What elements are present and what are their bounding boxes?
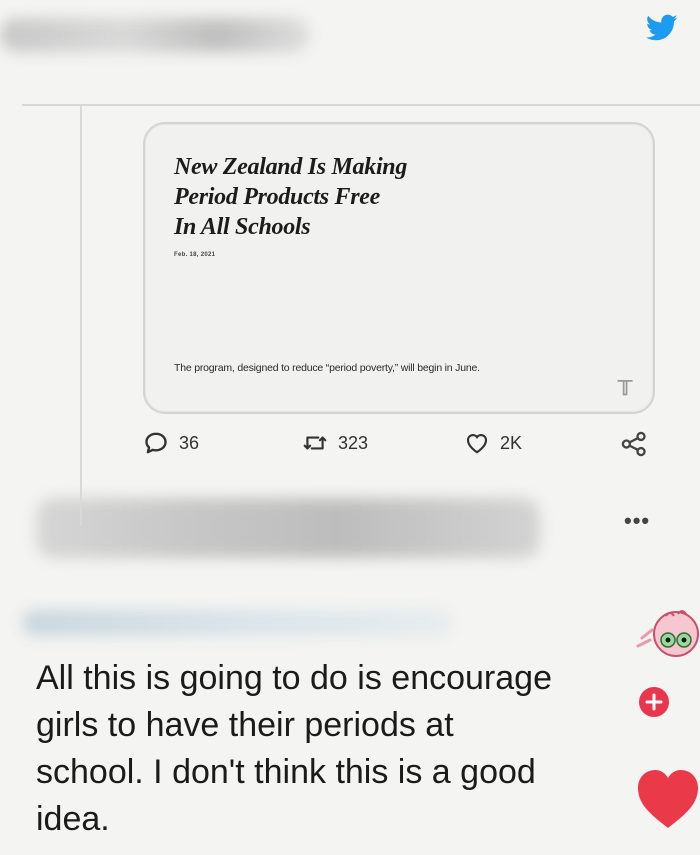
article-headline: New Zealand Is Making Period Products Fr… [174,152,594,242]
heart-icon[interactable] [636,766,700,832]
source-logo: 𝕋 [618,378,633,400]
reply-button[interactable]: 36 [143,430,199,456]
retweet-count: 323 [338,432,369,453]
like-button[interactable]: 2K [464,430,522,456]
blurred-reply-header [22,610,452,636]
blurred-username-bottom [36,498,540,558]
divider-horizontal [22,104,700,106]
article-date: Feb. 18, 2021 [174,252,216,258]
thread-line [80,106,82,526]
blurred-username-top [0,18,310,52]
like-count: 2K [500,432,523,453]
retweet-icon [303,436,327,450]
heart-outline-icon [466,434,488,454]
headline-line: Period Products Free [174,184,380,210]
reply-text: All this is going to do is encourage gir… [36,655,636,843]
reply-line: All this is going to do is encourage [36,659,552,697]
twitter-bird-icon [646,14,678,41]
frog-sticker-icon[interactable] [628,600,700,720]
headline-line: New Zealand Is Making [174,154,408,180]
speech-bubble-icon [145,432,167,454]
reply-line: girls to have their periods at [36,706,454,744]
headline-line: In All Schools [174,214,311,240]
more-dots-icon[interactable]: ••• [624,508,650,534]
reply-line: school. I don't think this is a good [36,753,536,791]
reply-line: idea. [36,800,110,838]
share-icon[interactable] [620,430,648,458]
reply-count: 36 [179,432,200,453]
retweet-button[interactable]: 323 [302,430,368,456]
article-summary: The program, designed to reduce “period … [174,362,480,374]
